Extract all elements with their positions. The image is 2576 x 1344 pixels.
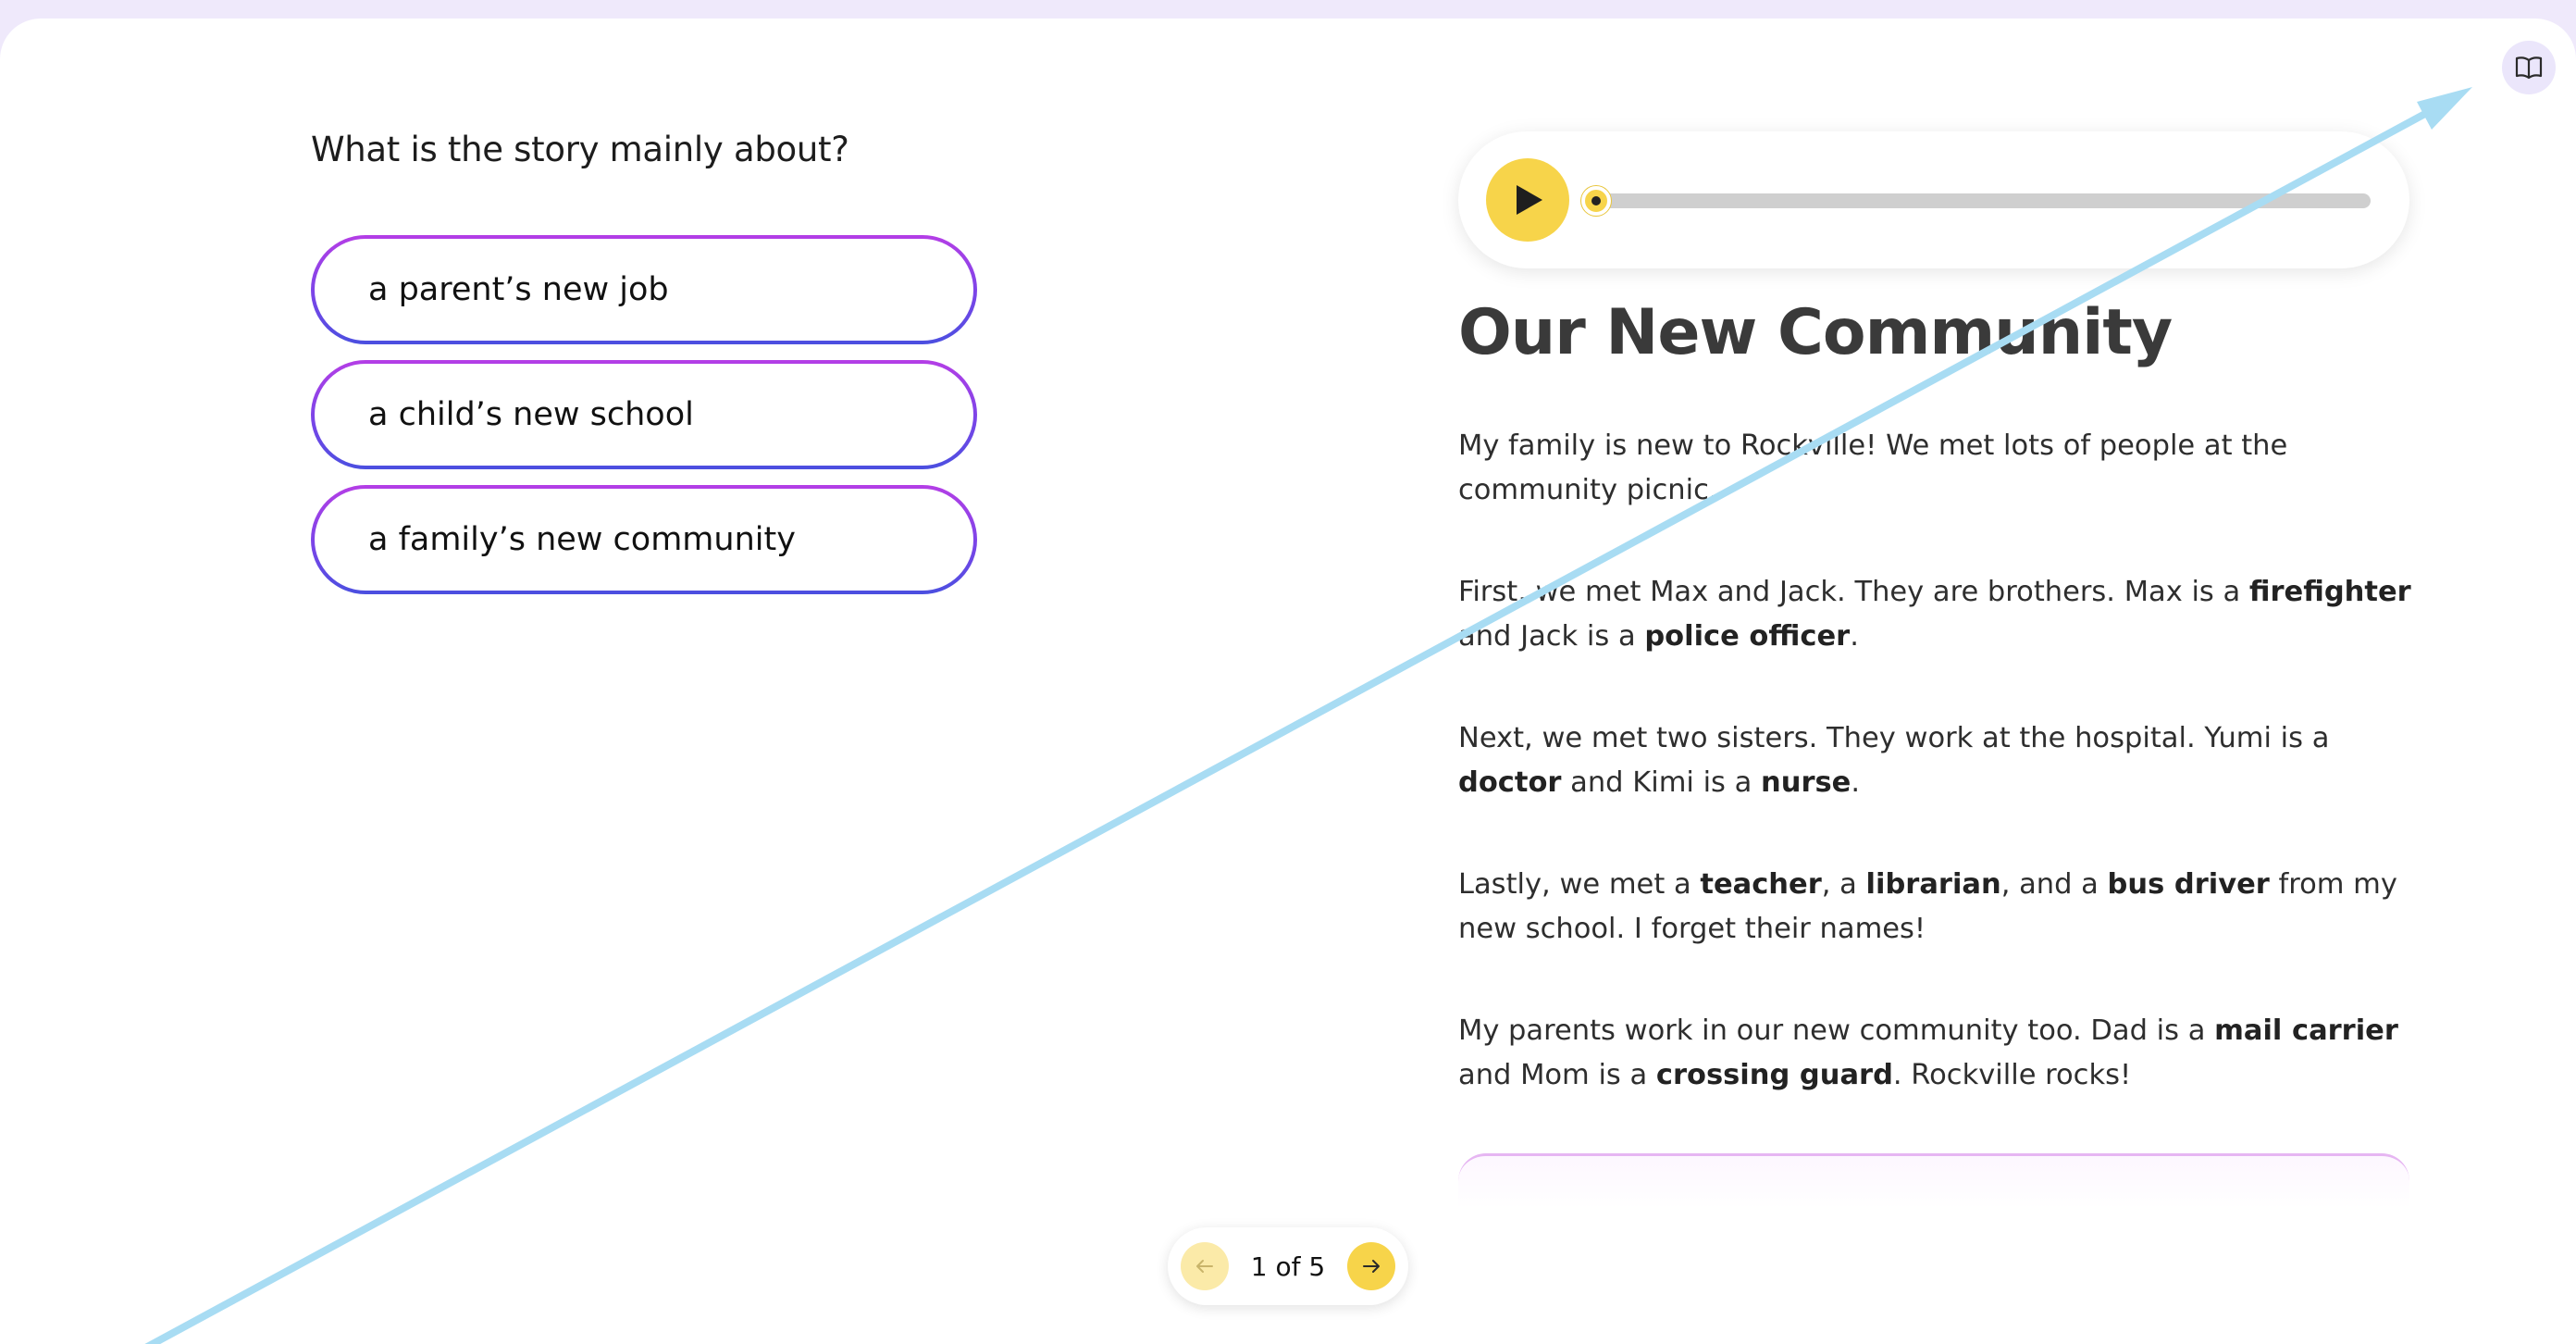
- answer-option-1[interactable]: a parent’s new job: [311, 235, 977, 344]
- story-paragraph: My family is new to Rockville! We met lo…: [1458, 429, 2288, 506]
- audio-progress-track[interactable]: [1593, 193, 2371, 208]
- vocabulary-word: teacher: [1700, 868, 1822, 901]
- audio-progress-handle[interactable]: [1581, 186, 1611, 216]
- arrow-right-icon: [1363, 1260, 1380, 1273]
- answer-option-label: a family’s new community: [368, 521, 796, 558]
- book-icon: [2515, 56, 2543, 80]
- answer-option-label: a child’s new school: [368, 396, 694, 433]
- page-navigator: 1 of 5: [1168, 1227, 1408, 1305]
- app-stage: What is the story mainly about? a parent…: [0, 0, 2576, 1344]
- vocabulary-word: librarian: [1865, 868, 2001, 901]
- audio-player: [1458, 131, 2409, 268]
- vocabulary-word: mail carrier: [2214, 1014, 2398, 1047]
- glossary-button[interactable]: [2502, 41, 2556, 94]
- play-button[interactable]: [1486, 158, 1569, 242]
- vocabulary-word: nurse: [1761, 766, 1852, 799]
- vocabulary-word: firefighter: [2248, 576, 2411, 608]
- answer-option-label: a parent’s new job: [368, 271, 669, 308]
- vocabulary-word: doctor: [1458, 766, 1562, 799]
- answer-option-2[interactable]: a child’s new school: [311, 360, 977, 469]
- vocabulary-word: police officer: [1644, 620, 1851, 653]
- vocabulary-word: bus driver: [2107, 868, 2270, 901]
- next-section-panel: [1458, 1153, 2409, 1209]
- answer-option-3[interactable]: a family’s new community: [311, 485, 977, 594]
- story-paragraph: First, we met Max and Jack. They are bro…: [1458, 576, 2411, 653]
- vocabulary-word: crossing guard: [1655, 1059, 1893, 1091]
- next-page-button[interactable]: [1347, 1242, 1395, 1290]
- question-prompt: What is the story mainly about?: [311, 130, 849, 169]
- story-paragraph: My parents work in our new community too…: [1458, 1014, 2398, 1091]
- play-icon: [1517, 185, 1542, 215]
- story-paragraph: Next, we met two sisters. They work at t…: [1458, 722, 2330, 799]
- story-paragraph: Lastly, we met a teacher, a librarian, a…: [1458, 868, 2397, 945]
- story-title: Our New Community: [1458, 296, 2173, 369]
